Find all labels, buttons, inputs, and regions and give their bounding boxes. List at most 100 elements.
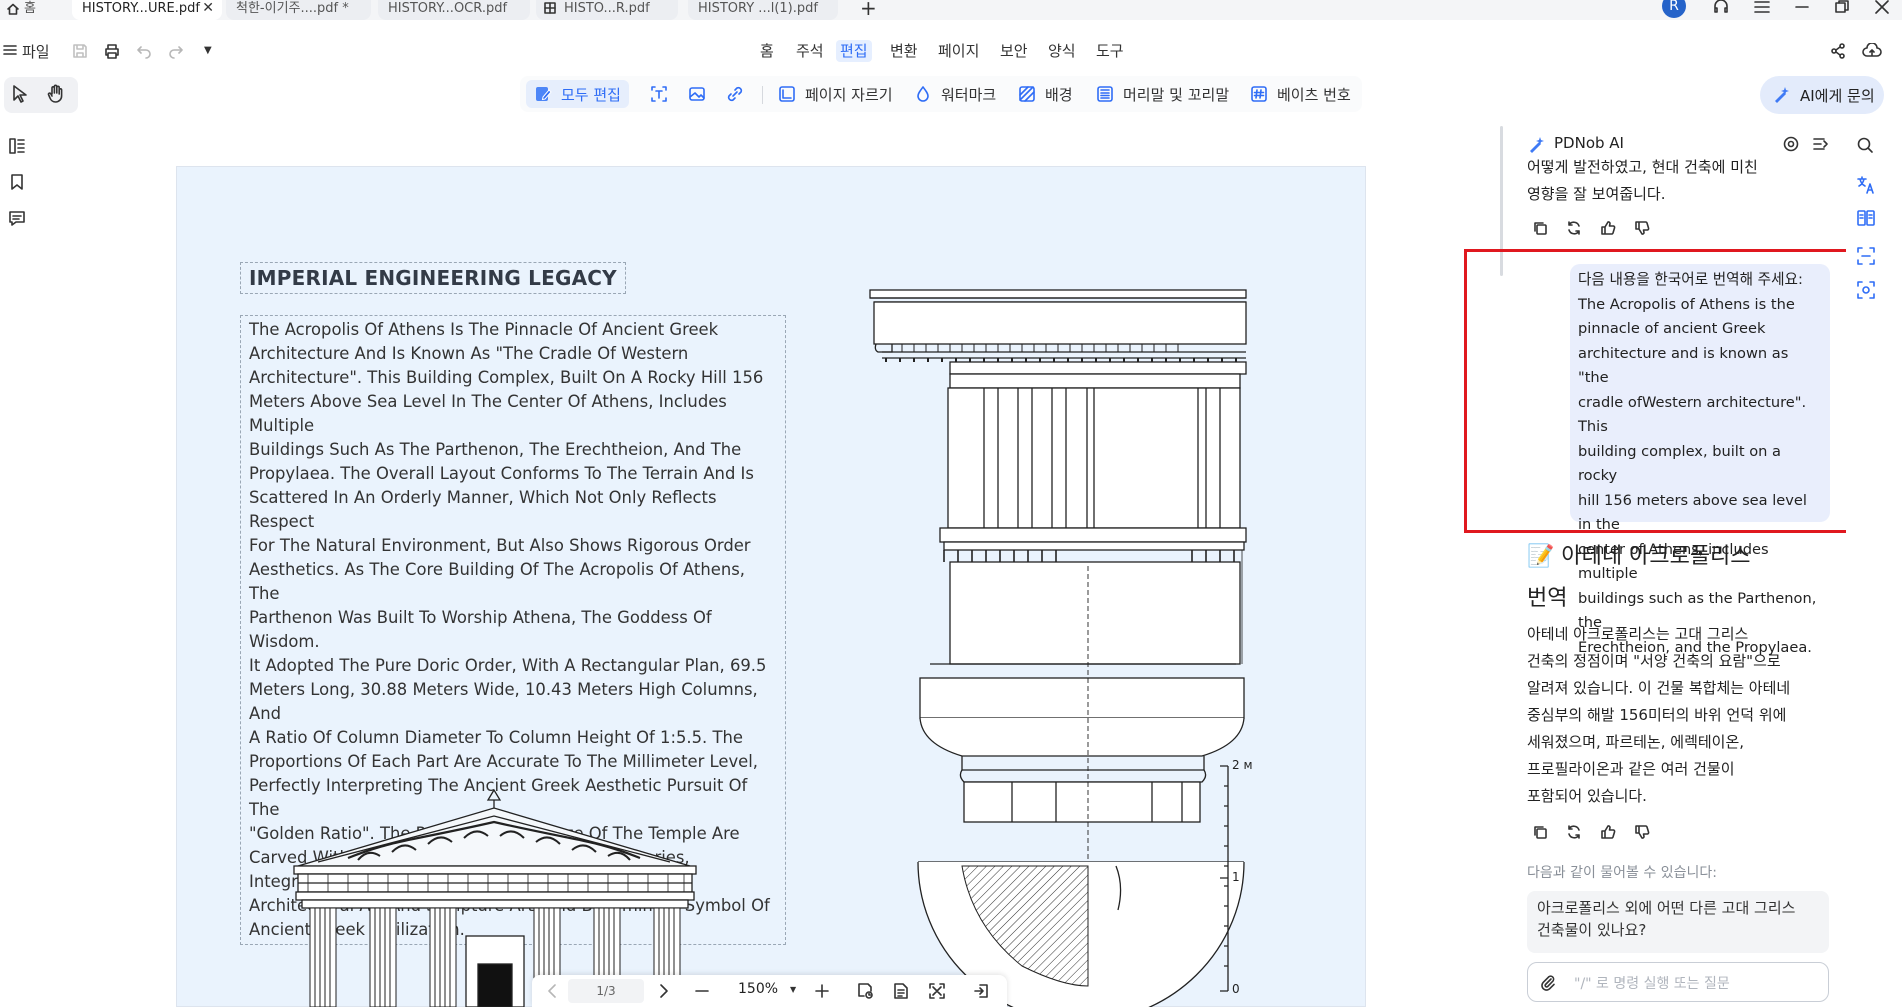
- page-layout-icon[interactable]: [892, 982, 910, 1000]
- regenerate-icon[interactable]: [1566, 220, 1582, 236]
- restore-icon[interactable]: [1834, 0, 1850, 14]
- answer-heading-line: 📝 아테네 아크로폴리스: [1527, 544, 1751, 569]
- body-line: For The Natural Environment, But Also Sh…: [249, 536, 751, 555]
- menu-edit[interactable]: 편집: [836, 40, 872, 62]
- grid-icon: [544, 2, 556, 14]
- zoom-in-icon[interactable]: [814, 983, 830, 999]
- bates-number-button[interactable]: 베이츠 번호: [1250, 80, 1351, 108]
- tab-history-1[interactable]: HISTORY ...l(1).pdf: [688, 0, 838, 20]
- fit-page-icon[interactable]: [928, 982, 946, 1000]
- thumbs-down-icon[interactable]: [1634, 824, 1650, 840]
- ocr-scan-icon[interactable]: [1856, 246, 1876, 266]
- thumbs-down-icon[interactable]: [1634, 220, 1650, 236]
- answer-heading-line: 번역: [1527, 586, 1568, 611]
- zoom-out-icon[interactable]: [694, 983, 710, 999]
- screenshot-scan-icon[interactable]: [1856, 280, 1876, 300]
- tab-history-ocr[interactable]: HISTORY...OCR.pdf: [378, 0, 530, 20]
- tab-korean-pdf[interactable]: 척한-이기주....pdf *: [226, 0, 371, 20]
- menu-tools[interactable]: 도구: [1096, 41, 1124, 61]
- zoom-level[interactable]: 150%: [738, 981, 778, 997]
- chat-input-box[interactable]: "/" 로 명령 실행 또는 질문: [1527, 962, 1829, 1002]
- print-icon[interactable]: [104, 43, 120, 59]
- redo-icon[interactable]: [168, 43, 184, 59]
- menu-convert[interactable]: 변환: [890, 41, 918, 61]
- crop-pages-button[interactable]: 페이지 자르기: [778, 80, 893, 108]
- new-tab-icon[interactable]: +: [860, 0, 877, 18]
- scale-label-1: 1: [1232, 870, 1240, 884]
- attach-icon[interactable]: [1540, 974, 1556, 992]
- quick-access-dropdown-icon[interactable]: ▼: [204, 45, 212, 56]
- regenerate-icon[interactable]: [1566, 824, 1582, 840]
- exit-icon[interactable]: [972, 982, 990, 1000]
- previous-page-icon[interactable]: [546, 983, 558, 999]
- bookmark-icon[interactable]: [8, 173, 26, 191]
- crop-icon: [778, 85, 796, 103]
- translate-icon[interactable]: [1856, 175, 1876, 195]
- tab-history-r[interactable]: HISTO...R.pdf: [536, 0, 678, 20]
- headset-icon[interactable]: [1712, 0, 1730, 16]
- suggested-question[interactable]: 아크로폴리스 외에 어떤 다른 고대 그리스 건축물이 있나요?: [1527, 891, 1829, 953]
- file-menu-icon[interactable]: [2, 42, 18, 58]
- column-order-drawing: [869, 289, 1247, 1007]
- background-button[interactable]: 배경: [1018, 80, 1073, 108]
- tab-home[interactable]: 홈: [0, 0, 62, 20]
- ai-settings-icon[interactable]: [1782, 135, 1800, 153]
- toolbar-divider: [762, 86, 763, 104]
- minimize-icon[interactable]: [1794, 0, 1810, 14]
- watermark-icon: [914, 85, 932, 103]
- cloud-icon[interactable]: [1862, 43, 1882, 59]
- avatar[interactable]: R: [1662, 0, 1686, 18]
- close-icon[interactable]: ✕: [202, 0, 214, 17]
- temple-illustration: [293, 788, 697, 1007]
- add-image-icon[interactable]: [688, 85, 706, 103]
- view-mode-icon[interactable]: [856, 982, 874, 1000]
- tab-history-ure[interactable]: HISTORY...URE.pdf ✕: [72, 0, 222, 20]
- document-title[interactable]: IMPERIAL ENGINEERING LEGACY: [240, 262, 626, 294]
- header-footer-label: 머리말 및 꼬리말: [1123, 85, 1230, 104]
- body-line: Parthenon Was Built To Worship Athena, T…: [249, 608, 712, 651]
- suggestions-label: 다음과 같이 물어볼 수 있습니다:: [1527, 865, 1717, 881]
- select-tool-icon[interactable]: [11, 84, 29, 104]
- copy-icon[interactable]: [1532, 824, 1548, 840]
- search-icon[interactable]: [1856, 136, 1874, 154]
- thumbnails-icon[interactable]: [8, 137, 26, 155]
- previous-answer-line: 영향을 잘 보여줍니다.: [1527, 185, 1666, 203]
- close-window-icon[interactable]: [1874, 0, 1890, 14]
- page-navigation-bar: 1/3 150% ▼: [532, 975, 1007, 1007]
- copy-icon[interactable]: [1532, 220, 1548, 236]
- share-icon[interactable]: [1830, 43, 1846, 59]
- compare-icon[interactable]: [1856, 208, 1876, 228]
- ask-ai-button[interactable]: AI에게 문의: [1760, 76, 1884, 114]
- header-footer-button[interactable]: 머리말 및 꼬리말: [1096, 80, 1229, 108]
- next-page-icon[interactable]: [658, 983, 670, 999]
- body-line: Meters Long, 30.88 Meters Wide, 10.43 Me…: [249, 680, 758, 723]
- comments-icon[interactable]: [8, 209, 26, 227]
- menu-form[interactable]: 양식: [1048, 41, 1076, 61]
- menu-security[interactable]: 보안: [1000, 41, 1028, 61]
- answer-line: 아테네 아크로폴리스는 고대 그리스: [1527, 625, 1749, 643]
- menu-annotate[interactable]: 주석: [796, 41, 824, 61]
- undo-icon[interactable]: [136, 43, 152, 59]
- page-number-input[interactable]: 1/3: [568, 979, 644, 1003]
- thumbs-up-icon[interactable]: [1600, 220, 1616, 236]
- body-line: Buildings Such As The Parthenon, The Ere…: [249, 440, 742, 459]
- menu-page[interactable]: 페이지: [938, 41, 979, 61]
- zoom-dropdown-icon[interactable]: ▼: [790, 985, 796, 994]
- scale-label-0: 0: [1232, 982, 1240, 996]
- collapse-panel-icon[interactable]: [1812, 135, 1830, 153]
- menu-home[interactable]: 홈: [760, 41, 774, 61]
- suggested-question-line: 건축물이 있나요?: [1537, 921, 1647, 939]
- edit-all-button[interactable]: 모두 편집: [526, 80, 629, 108]
- answer-line: 프로필라이온과 같은 여러 건물이: [1527, 760, 1735, 778]
- watermark-button[interactable]: 워터마크: [914, 80, 996, 108]
- answer-line: 세워졌으며, 파르테논, 에렉테이온,: [1527, 733, 1745, 751]
- body-line: Propylaea. The Overall Layout Conforms T…: [249, 464, 754, 483]
- add-link-icon[interactable]: [726, 85, 744, 103]
- add-text-icon[interactable]: [650, 85, 668, 103]
- file-menu[interactable]: 파일: [22, 41, 50, 62]
- hamburger-menu-icon[interactable]: [1754, 0, 1770, 14]
- body-line: Architecture". This Building Complex, Bu…: [249, 368, 764, 387]
- thumbs-up-icon[interactable]: [1600, 824, 1616, 840]
- save-icon[interactable]: [72, 43, 88, 59]
- hand-tool-icon[interactable]: [47, 84, 65, 104]
